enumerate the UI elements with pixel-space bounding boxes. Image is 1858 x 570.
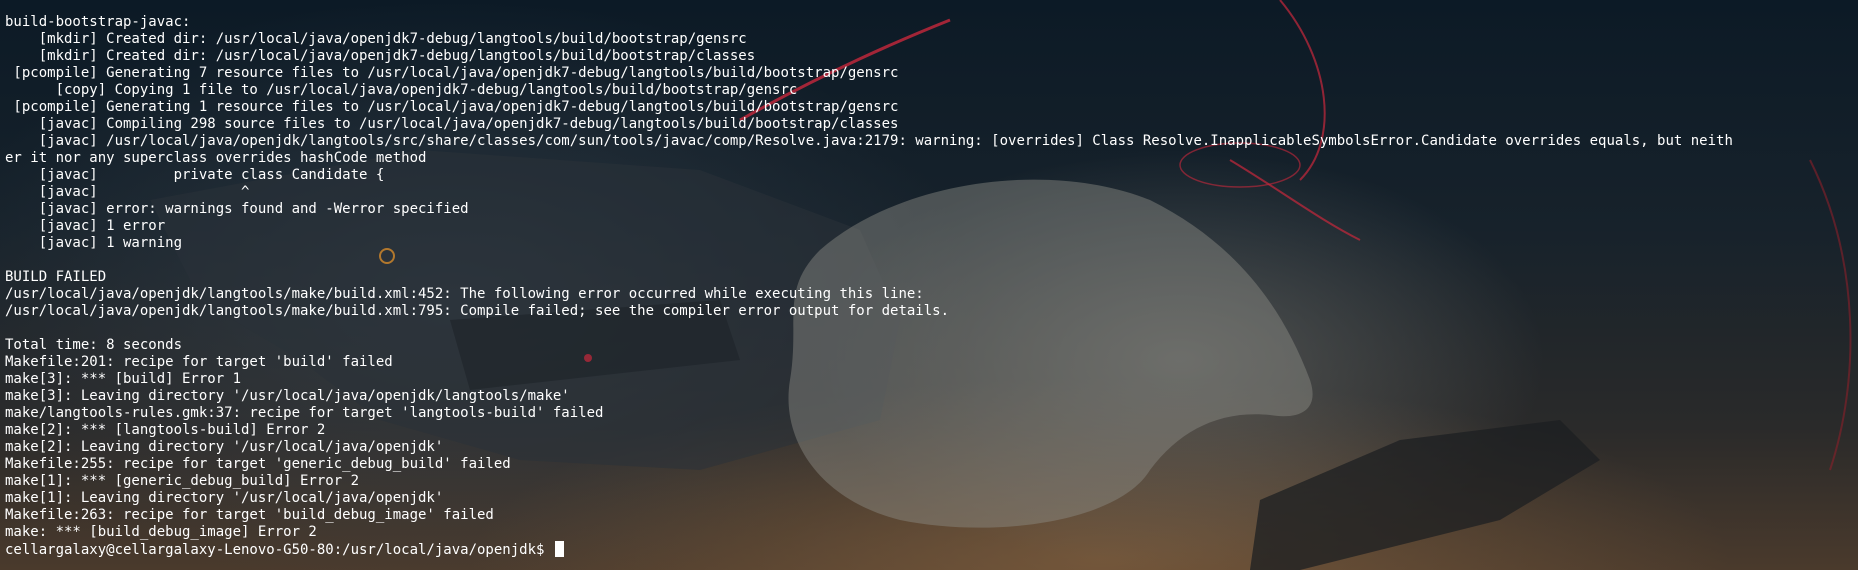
terminal-line: Makefile:263: recipe for target 'build_d… (5, 507, 494, 523)
terminal-line: BUILD FAILED (5, 269, 107, 285)
terminal-line: [javac] 1 warning (5, 235, 183, 251)
command-prompt-line[interactable]: cellargalaxy@cellargalaxy-Lenovo-G50-80:… (5, 541, 1853, 558)
terminal-line: Makefile:255: recipe for target 'generic… (5, 456, 511, 472)
terminal-line: make[3]: Leaving directory '/usr/local/j… (5, 388, 570, 404)
terminal-line: make[2]: Leaving directory '/usr/local/j… (5, 439, 444, 455)
text-cursor (554, 541, 564, 557)
terminal-line: Total time: 8 seconds (5, 337, 183, 353)
terminal-line: [javac] Compiling 298 source files to /u… (5, 116, 899, 132)
terminal-output: build-bootstrap-javac: [mkdir] Created d… (5, 14, 1853, 558)
terminal-line: /usr/local/java/openjdk/langtools/make/b… (5, 286, 924, 302)
terminal-line: Makefile:201: recipe for target 'build' … (5, 354, 393, 370)
terminal-line: [javac] 1 error (5, 218, 166, 234)
shell-prompt: cellargalaxy@cellargalaxy-Lenovo-G50-80:… (5, 542, 553, 558)
terminal-line: make[1]: *** [generic_debug_build] Error… (5, 473, 360, 489)
terminal-line: make[3]: *** [build] Error 1 (5, 371, 242, 387)
terminal-line: make[2]: *** [langtools-build] Error 2 (5, 422, 326, 438)
terminal-line: [javac] private class Candidate { (5, 167, 385, 183)
terminal-line: [javac] /usr/local/java/openjdk/langtool… (5, 133, 1733, 149)
terminal-line: /usr/local/java/openjdk/langtools/make/b… (5, 303, 950, 319)
terminal-line: [pcompile] Generating 7 resource files t… (5, 65, 899, 81)
terminal-line: make: *** [build_debug_image] Error 2 (5, 524, 317, 540)
terminal-line: [javac] error: warnings found and -Werro… (5, 201, 469, 217)
terminal-line: [copy] Copying 1 file to /usr/local/java… (5, 82, 798, 98)
terminal-line: [javac] ^ (5, 184, 250, 200)
terminal-line: make/langtools-rules.gmk:37: recipe for … (5, 405, 604, 421)
terminal-line: make[1]: Leaving directory '/usr/local/j… (5, 490, 444, 506)
terminal-line: [mkdir] Created dir: /usr/local/java/ope… (5, 48, 756, 64)
terminal-line: build-bootstrap-javac: (5, 14, 191, 30)
terminal-line: [pcompile] Generating 1 resource files t… (5, 99, 899, 115)
terminal-line: [mkdir] Created dir: /usr/local/java/ope… (5, 31, 747, 47)
terminal-window[interactable]: build-bootstrap-javac: [mkdir] Created d… (0, 0, 1858, 570)
terminal-line: er it nor any superclass overrides hashC… (5, 150, 427, 166)
